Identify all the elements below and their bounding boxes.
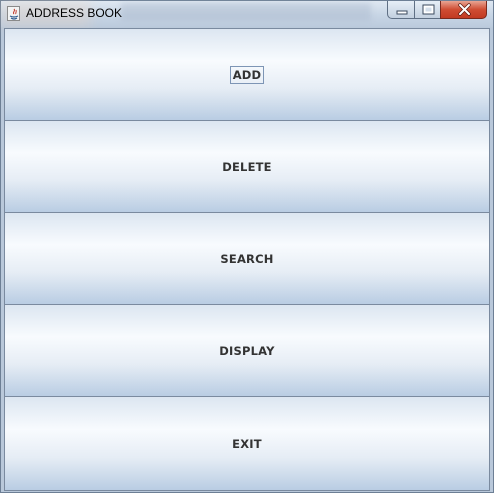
minimize-button[interactable]: [387, 1, 415, 19]
java-icon[interactable]: [7, 6, 20, 21]
add-button-label: ADD: [229, 65, 265, 84]
maximize-button[interactable]: [414, 1, 441, 19]
close-button[interactable]: [440, 1, 487, 19]
address-book-window: ADDRESS BOOK ADD DELETE SEARCH DISPLAY E…: [0, 0, 494, 493]
maximize-icon: [422, 4, 435, 15]
title-bar[interactable]: ADDRESS BOOK: [1, 1, 493, 27]
delete-button-label: DELETE: [222, 159, 272, 174]
display-button[interactable]: DISPLAY: [4, 304, 490, 397]
delete-button[interactable]: DELETE: [4, 120, 490, 213]
search-button-label: SEARCH: [220, 251, 274, 266]
minimize-icon: [396, 10, 408, 15]
window-title: ADDRESS BOOK: [26, 6, 123, 20]
add-button[interactable]: ADD: [4, 28, 490, 121]
exit-button[interactable]: EXIT: [4, 396, 490, 491]
close-icon: [458, 3, 471, 16]
search-button[interactable]: SEARCH: [4, 212, 490, 305]
display-button-label: DISPLAY: [219, 343, 275, 358]
exit-button-label: EXIT: [232, 436, 262, 451]
button-panel: ADD DELETE SEARCH DISPLAY EXIT: [4, 28, 490, 491]
